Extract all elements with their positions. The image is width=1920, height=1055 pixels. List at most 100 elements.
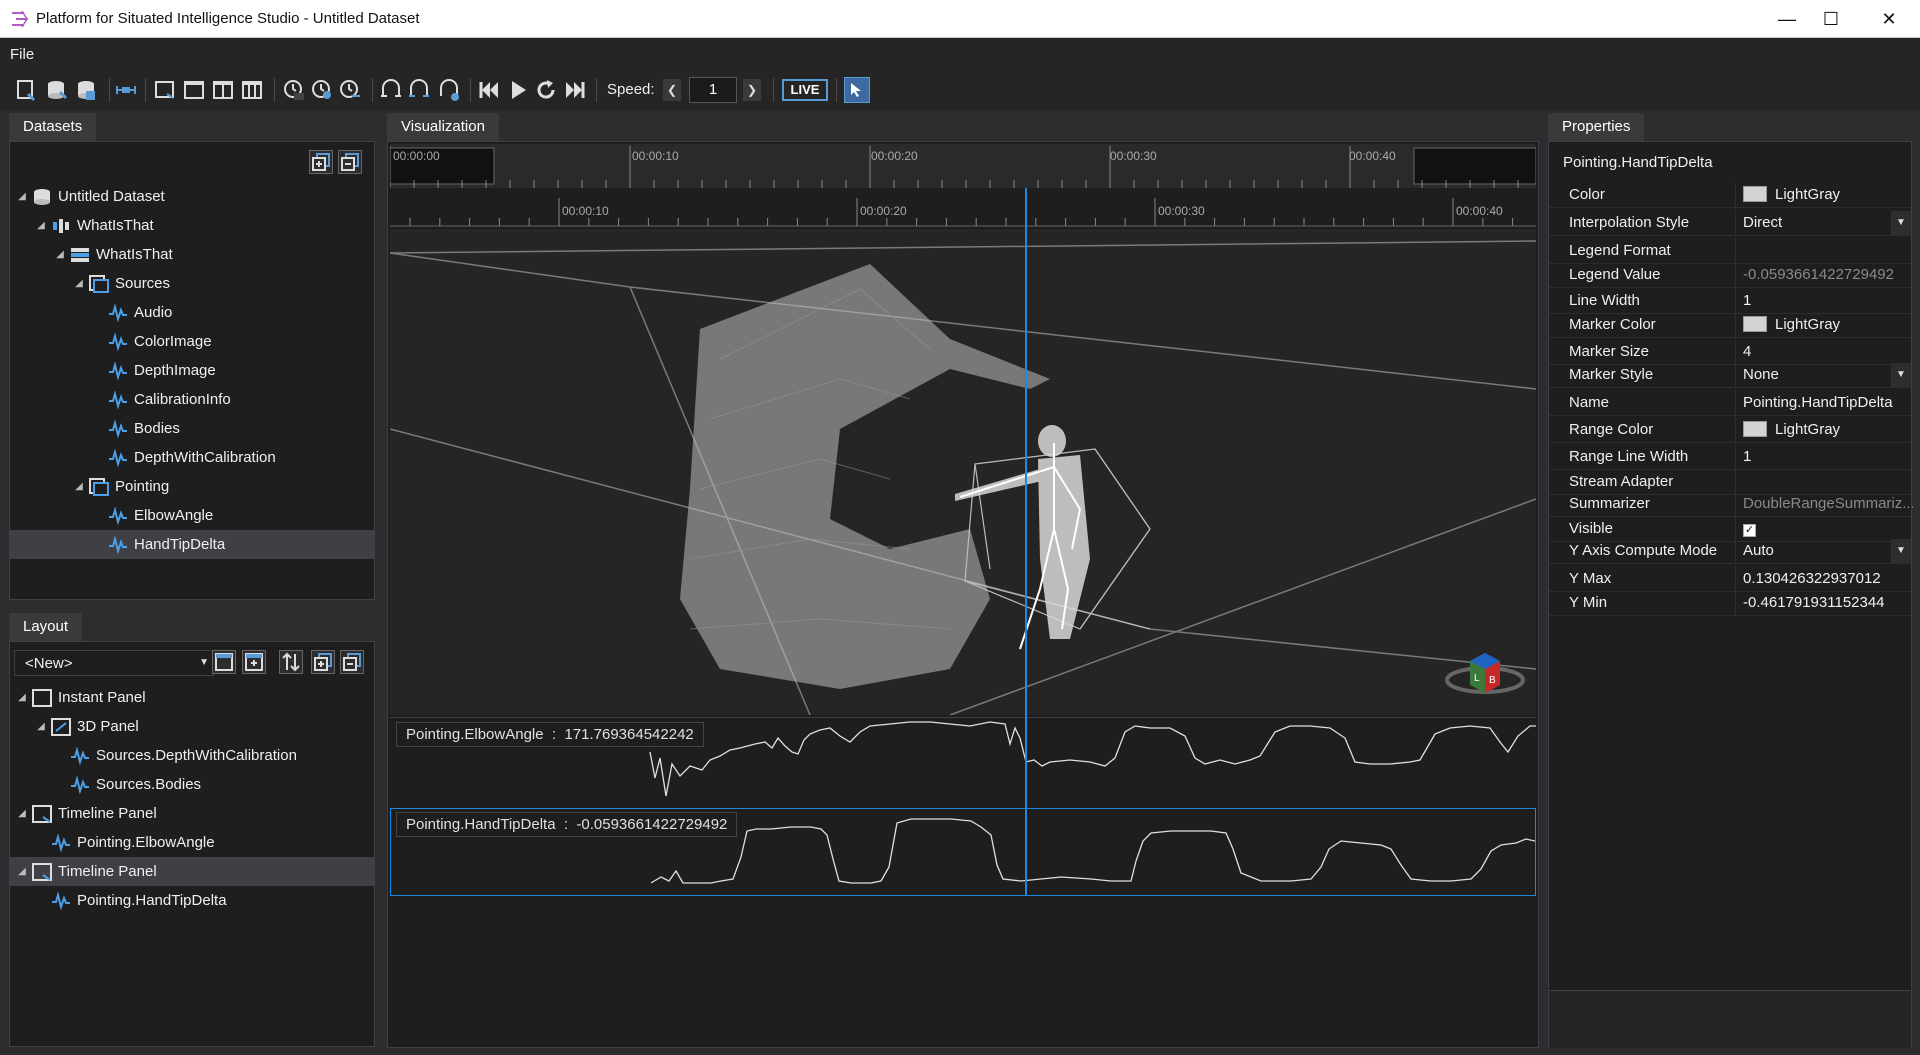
property-row[interactable]: Interpolation Style Direct ▼ [1549, 210, 1911, 236]
new-dataset-icon[interactable] [13, 77, 39, 103]
property-row[interactable]: Summarizer DoubleRangeSummariz... [1549, 491, 1913, 517]
property-value[interactable]: LightGray [1743, 316, 1913, 333]
tree-item[interactable]: Audio [10, 298, 374, 327]
cursor-follows-mouse-button[interactable] [844, 77, 870, 103]
color-swatch[interactable] [1743, 186, 1767, 202]
tree-item[interactable]: Pointing.ElbowAngle [10, 828, 374, 857]
tree-item[interactable]: ◢ Timeline Panel [10, 799, 374, 828]
timeline-panel-add-icon[interactable] [152, 77, 178, 103]
instant-panel-1-icon[interactable] [181, 77, 207, 103]
expander-icon[interactable]: ◢ [16, 182, 28, 211]
tree-item[interactable]: ElbowAngle [10, 501, 374, 530]
property-row[interactable]: Range Color LightGray [1549, 417, 1911, 443]
expander-icon[interactable]: ◢ [54, 240, 66, 269]
collapse-all-icon[interactable] [340, 650, 364, 674]
timeline-cursor[interactable] [1025, 188, 1027, 896]
expand-all-icon[interactable] [309, 150, 333, 174]
save-dataset-icon[interactable] [73, 77, 99, 103]
property-value[interactable]: 0.130426322937012 [1743, 570, 1913, 587]
tab-visualization[interactable]: Visualization [387, 113, 499, 141]
instant-panel-2-icon[interactable] [210, 77, 236, 103]
layout-selector[interactable]: <New> ▼ [14, 650, 214, 676]
color-swatch[interactable] [1743, 316, 1767, 332]
chevron-down-icon[interactable]: ▼ [1891, 363, 1911, 387]
expander-icon[interactable]: ◢ [73, 269, 85, 298]
property-value[interactable]: 4 [1743, 343, 1913, 360]
color-swatch[interactable] [1743, 421, 1767, 437]
property-value[interactable]: Auto [1743, 542, 1913, 559]
expander-icon[interactable]: ◢ [16, 683, 28, 712]
property-value[interactable]: 1 [1743, 292, 1913, 309]
live-button[interactable]: LIVE [782, 79, 828, 101]
tab-layout[interactable]: Layout [9, 613, 83, 641]
tree-item[interactable]: HandTipDelta [10, 530, 374, 559]
tree-item[interactable]: Bodies [10, 414, 374, 443]
expander-icon[interactable]: ◢ [35, 712, 47, 741]
close-button[interactable]: ✕ [1866, 0, 1912, 38]
tree-item[interactable]: ◢ WhatIsThat [10, 211, 374, 240]
property-value[interactable]: Direct [1743, 214, 1913, 231]
property-row[interactable]: Marker Color LightGray [1549, 312, 1911, 338]
property-row[interactable]: Color LightGray [1549, 182, 1911, 208]
sync-icon[interactable] [113, 77, 139, 103]
tree-item[interactable]: Sources.DepthWithCalibration [10, 741, 374, 770]
sort-icon[interactable] [279, 650, 303, 674]
minimize-button[interactable]: — [1764, 0, 1810, 38]
tree-item[interactable]: DepthImage [10, 356, 374, 385]
expander-icon[interactable]: ◢ [35, 211, 47, 240]
property-value[interactable]: DoubleRangeSummariz... [1743, 495, 1913, 512]
tree-item[interactable]: ColorImage [10, 327, 374, 356]
tab-properties[interactable]: Properties [1548, 113, 1645, 141]
collapse-all-icon[interactable] [338, 150, 362, 174]
property-value[interactable]: -0.0593661422729492 [1743, 266, 1913, 283]
property-value[interactable]: Pointing.HandTipDelta [1743, 394, 1913, 411]
property-value[interactable]: LightGray [1743, 421, 1913, 438]
relative-time-icon[interactable] [309, 77, 335, 103]
maximize-button[interactable]: ☐ [1808, 0, 1854, 38]
property-value[interactable]: -0.461791931152344 [1743, 594, 1913, 611]
chevron-down-icon[interactable]: ▼ [1891, 211, 1911, 235]
play-icon[interactable] [505, 77, 531, 103]
tree-item[interactable]: ◢ Pointing [10, 472, 374, 501]
property-row[interactable]: Range Line Width 1 [1549, 444, 1911, 470]
timing-info-icon[interactable] [337, 77, 363, 103]
absolute-time-icon[interactable] [281, 77, 307, 103]
tree-item[interactable]: CalibrationInfo [10, 385, 374, 414]
expander-icon[interactable]: ◢ [73, 472, 85, 501]
property-value[interactable]: LightGray [1743, 186, 1913, 203]
tree-item[interactable]: ◢ 3D Panel [10, 712, 374, 741]
property-value[interactable]: None [1743, 366, 1913, 383]
property-value[interactable]: ✓ [1743, 520, 1913, 537]
tree-item[interactable]: ◢ Untitled Dataset [10, 182, 374, 211]
property-value[interactable]: 1 [1743, 448, 1913, 465]
property-row[interactable]: Y Max 0.130426322937012 [1549, 566, 1911, 592]
skip-to-start-icon[interactable] [476, 77, 502, 103]
skip-to-end-icon[interactable] [562, 77, 588, 103]
repeat-icon[interactable] [533, 77, 559, 103]
zoom-to-session-icon[interactable] [406, 77, 432, 103]
tree-item[interactable]: ◢ Timeline Panel [10, 857, 374, 886]
expander-icon[interactable]: ◢ [16, 857, 28, 886]
property-row[interactable]: Y Min -0.461791931152344 [1549, 590, 1911, 616]
tree-item[interactable]: Pointing.HandTipDelta [10, 886, 374, 915]
timeline-panel-elbow[interactable]: Pointing.ElbowAngle : 171.769364542242 [390, 717, 1536, 805]
zoom-to-selection-icon[interactable] [378, 77, 404, 103]
speed-increase-button[interactable]: ❯ [743, 79, 761, 101]
property-row[interactable]: Legend Format [1549, 238, 1911, 264]
expander-icon[interactable]: ◢ [16, 799, 28, 828]
instant-panel-3-icon[interactable] [239, 77, 265, 103]
property-row[interactable]: Marker Style None ▼ [1549, 362, 1911, 388]
property-row[interactable]: Legend Value -0.0593661422729492 [1549, 262, 1911, 288]
speed-decrease-button[interactable]: ❮ [663, 79, 681, 101]
property-row[interactable]: Y Axis Compute Mode Auto ▼ [1549, 538, 1911, 564]
save-layout-icon[interactable] [212, 650, 236, 674]
visible-checkbox[interactable]: ✓ [1743, 524, 1756, 537]
expand-all-icon[interactable] [311, 650, 335, 674]
open-dataset-icon[interactable] [43, 77, 69, 103]
timeline-ruler[interactable]: 00:00:10 00:00:20 00:00:30 00:00:40 [390, 192, 1536, 228]
tree-item[interactable]: ◢ WhatIsThat [10, 240, 374, 269]
save-layout-as-icon[interactable] [242, 650, 266, 674]
tree-item[interactable]: Sources.Bodies [10, 770, 374, 799]
tree-item[interactable]: ◢ Instant Panel [10, 683, 374, 712]
speed-input[interactable]: 1 [689, 77, 737, 103]
